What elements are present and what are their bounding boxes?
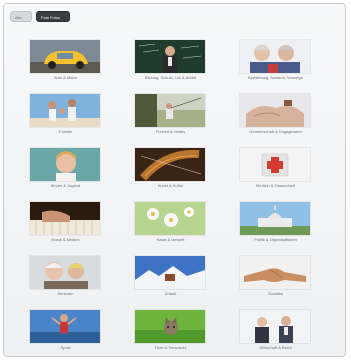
category-tile[interactable]: Wirtschaft & Beruf	[228, 302, 333, 356]
category-tile[interactable]: Tiere & Tierschutz	[123, 302, 228, 356]
category-tile[interactable]: Medizin & Gesundheit	[228, 140, 333, 194]
teacher-icon	[135, 40, 205, 73]
tile-label: Auto & Motor	[53, 75, 78, 80]
category-tile[interactable]: Auto & Motor	[18, 32, 123, 86]
tile-label: Wirtschaft & Beruf	[259, 345, 292, 350]
tile-label: Soziales	[267, 291, 284, 296]
tile-label: Kinder & Jugend	[50, 183, 81, 188]
category-tile[interactable]: Musik & Medien	[18, 194, 123, 248]
blossom-icon	[135, 202, 205, 235]
tile-label: Freizeit & Hobby	[155, 129, 186, 134]
seniors-icon	[240, 40, 310, 73]
category-tile[interactable]: Senioren	[18, 248, 123, 302]
capitol-icon	[240, 202, 310, 235]
sport-icon	[30, 310, 100, 343]
tile-label: Natur & Umwelt	[156, 237, 185, 242]
filter-all-button[interactable]: Alle	[10, 11, 32, 22]
tile-label: Kunst & Kultur	[157, 183, 184, 188]
category-tile[interactable]: Gemeinschaft & Engagement	[228, 86, 333, 140]
tile-label: Medizin & Gesundheit	[255, 183, 296, 188]
category-tile[interactable]: Bildung, Schule, Uni & Arbeit	[123, 32, 228, 86]
winter-icon	[135, 256, 205, 289]
tile-label: Gemeinschaft & Engagement	[249, 129, 302, 134]
piano-icon	[30, 202, 100, 235]
category-tile[interactable]: Familie	[18, 86, 123, 140]
first-aid-icon	[240, 148, 310, 181]
toolbar: Alle Foto Fotos	[10, 11, 70, 22]
child-icon	[30, 148, 100, 181]
category-tile[interactable]: Freizeit & Hobby	[123, 86, 228, 140]
tile-label: Familie	[59, 129, 72, 134]
hands-icon	[240, 94, 310, 127]
gallery-window: Alle Foto Fotos Auto & Motor Bildung, Sc…	[3, 3, 346, 357]
category-tile[interactable]: Sport	[18, 302, 123, 356]
tile-label: Tiere & Tierschutz	[154, 345, 187, 350]
business-icon	[240, 310, 310, 343]
tile-label: Politik & Organisationen	[254, 237, 297, 242]
family-icon	[30, 94, 100, 127]
violin-icon	[135, 148, 205, 181]
category-tile[interactable]: Natur & Umwelt	[123, 194, 228, 248]
tile-label: Bildung, Schule, Uni & Arbeit	[144, 75, 197, 80]
fishing-icon	[135, 94, 205, 127]
category-tile[interactable]: Bewerbung, Ausland, Vorsorge	[228, 32, 333, 86]
tile-label: Musik & Medien	[51, 237, 80, 242]
car-icon	[30, 40, 100, 73]
category-tile[interactable]: Kunst & Kultur	[123, 140, 228, 194]
cat-icon	[135, 310, 205, 343]
category-grid: Auto & Motor Bildung, Schule, Uni & Arbe…	[18, 32, 342, 356]
handshake-icon	[240, 256, 310, 289]
tile-label: Urlaub	[164, 291, 177, 296]
elderly-icon	[30, 256, 100, 289]
filter-photos-button[interactable]: Foto Fotos	[36, 11, 70, 22]
category-tile[interactable]: Urlaub	[123, 248, 228, 302]
category-tile[interactable]: Kinder & Jugend	[18, 140, 123, 194]
category-tile[interactable]: Politik & Organisationen	[228, 194, 333, 248]
tile-label: Sport	[60, 345, 71, 350]
tile-label: Senioren	[57, 291, 74, 296]
category-tile[interactable]: Soziales	[228, 248, 333, 302]
tile-label: Bewerbung, Ausland, Vorsorge	[248, 75, 303, 80]
